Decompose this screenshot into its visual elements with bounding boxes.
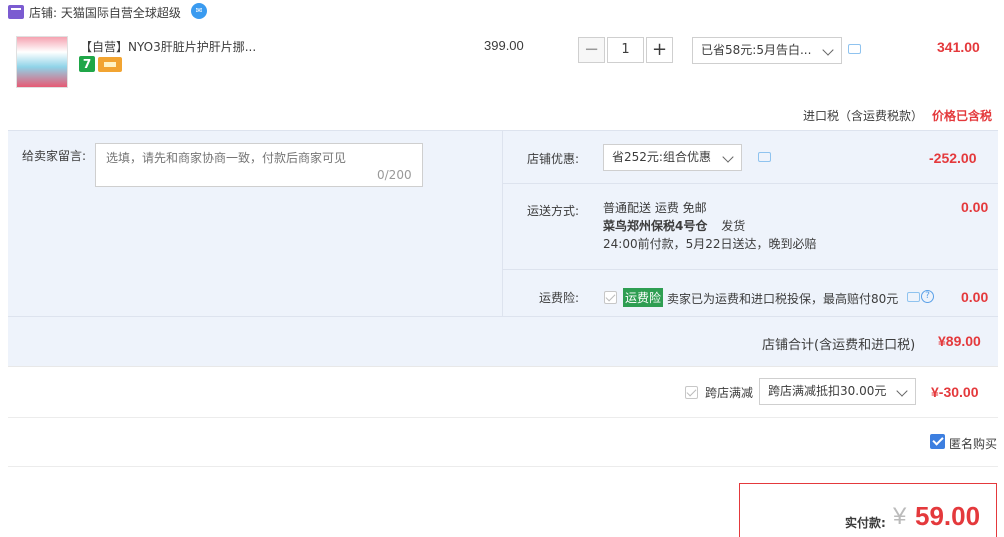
quantity-decrease-button[interactable]: − bbox=[578, 37, 605, 63]
chevron-down-icon bbox=[822, 44, 834, 56]
shop-icon bbox=[8, 5, 24, 19]
message-char-count: 0/200 bbox=[377, 168, 412, 182]
seven-day-return-badge: 7 bbox=[79, 56, 95, 72]
chevron-down-icon bbox=[722, 151, 734, 163]
message-to-seller-input[interactable] bbox=[95, 143, 423, 187]
chevron-down-icon bbox=[896, 385, 908, 397]
divider bbox=[8, 417, 998, 418]
shipping-amount: 0.00 bbox=[961, 199, 989, 215]
unit-price: 399.00 bbox=[484, 38, 524, 53]
message-label: 给卖家留言: bbox=[22, 149, 87, 163]
shop-total-label: 店铺合计(含运费和进口税) bbox=[762, 338, 916, 353]
chat-icon[interactable] bbox=[907, 292, 920, 302]
chat-icon[interactable] bbox=[758, 152, 771, 162]
credit-card-icon bbox=[98, 57, 122, 72]
shop-name[interactable]: 店铺: 天猫国际自营全球超级 bbox=[29, 4, 181, 21]
payment-currency: ¥ bbox=[893, 503, 907, 530]
store-discount-amount: -252.00 bbox=[929, 150, 977, 166]
shop-total-value: ¥89.00 bbox=[938, 333, 981, 349]
shipping-method: 普通配送 运费 免邮 bbox=[603, 201, 707, 215]
divider bbox=[503, 269, 998, 270]
shipping-warehouse-row: 菜鸟郑州保税4号仓 发货 bbox=[603, 217, 745, 235]
help-icon[interactable]: ? bbox=[921, 290, 934, 303]
shipping-label: 运送方式: bbox=[526, 204, 579, 218]
divider bbox=[503, 183, 998, 184]
divider bbox=[8, 316, 998, 317]
shipping-warehouse: 菜鸟郑州保税4号仓 bbox=[603, 219, 708, 233]
item-total: 341.00 bbox=[937, 39, 980, 55]
cross-store-value: 跨店满减抵扣30.00元 bbox=[768, 384, 887, 398]
anonymous-purchase-checkbox[interactable] bbox=[930, 434, 945, 449]
cross-store-select[interactable]: 跨店满减抵扣30.00元 bbox=[759, 378, 916, 405]
quantity-input[interactable]: 1 bbox=[607, 37, 644, 63]
insurance-checkbox[interactable] bbox=[604, 291, 617, 304]
payment-amount: 59.00 bbox=[915, 501, 981, 531]
payment-label: 实付款: bbox=[845, 516, 886, 530]
tax-included-status: 价格已含税 bbox=[932, 109, 993, 123]
shipping-eta: 24:00前付款，5月22日送达，晚到必赔 bbox=[603, 237, 817, 251]
anonymous-purchase-label[interactable]: 匿名购买 bbox=[949, 435, 997, 452]
product-name[interactable]: 【自营】NYO3肝脏片护肝片挪... bbox=[80, 38, 256, 55]
product-thumbnail[interactable] bbox=[16, 36, 68, 88]
insurance-tag: 运费险 bbox=[623, 288, 664, 307]
insurance-label: 运费险: bbox=[538, 291, 579, 305]
store-discount-value: 省252元:组合优惠 bbox=[612, 150, 711, 164]
cross-store-checkbox[interactable] bbox=[685, 386, 698, 399]
item-promo-select[interactable]: 已省58元:5月告白... bbox=[692, 37, 842, 64]
cross-store-discount: ¥-30.00 bbox=[931, 384, 979, 400]
store-discount-label: 店铺优惠: bbox=[526, 152, 579, 166]
divider bbox=[8, 366, 998, 367]
item-promo-value: 已省58元:5月告白... bbox=[701, 43, 812, 57]
insurance-amount: 0.00 bbox=[961, 289, 989, 305]
quantity-increase-button[interactable]: + bbox=[646, 37, 673, 63]
cross-store-label: 跨店满减 bbox=[705, 386, 754, 400]
import-tax-label: 进口税（含运费税款） bbox=[803, 109, 924, 123]
store-discount-select[interactable]: 省252元:组合优惠 bbox=[603, 144, 742, 171]
shipping-dispatch: 发货 bbox=[721, 219, 746, 233]
chat-icon[interactable] bbox=[848, 44, 861, 54]
insurance-description: 卖家已为运费和进口税投保，最高赔付80元 bbox=[667, 292, 899, 306]
divider bbox=[8, 466, 998, 467]
wangwang-icon[interactable]: ✉ bbox=[191, 3, 207, 19]
